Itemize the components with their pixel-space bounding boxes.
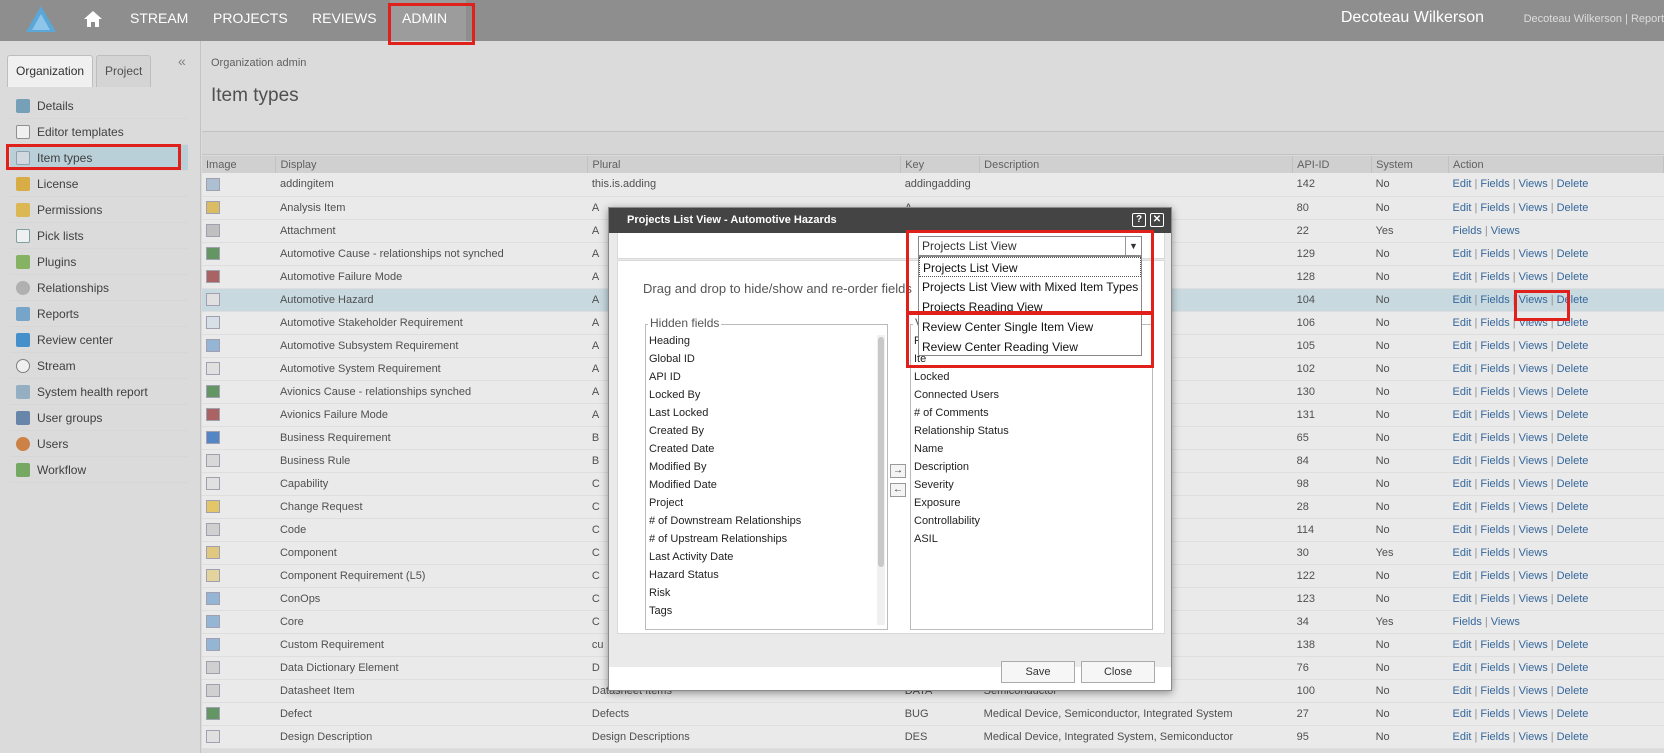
hidden-field-item[interactable]: Modified Date: [646, 476, 874, 494]
visible-fields-box: V PrIteLockedConnected Users# of Comment…: [910, 316, 1153, 630]
visible-field-item[interactable]: Description: [911, 458, 1149, 476]
visible-field-item[interactable]: Exposure: [911, 494, 1149, 512]
option-projects-list-view[interactable]: Projects List View: [919, 257, 1141, 277]
visible-fields-list: PrIteLockedConnected Users# of CommentsR…: [911, 332, 1149, 548]
hidden-field-item[interactable]: Last Locked: [646, 404, 874, 422]
hidden-field-item[interactable]: Heading: [646, 332, 874, 350]
home-icon[interactable]: [83, 10, 103, 28]
hidden-field-item[interactable]: Risk: [646, 584, 874, 602]
hidden-field-item[interactable]: Locked By: [646, 386, 874, 404]
hidden-field-item[interactable]: Created By: [646, 422, 874, 440]
hidden-fields-scroll-thumb[interactable]: [878, 337, 884, 567]
close-icon[interactable]: ✕: [1150, 213, 1164, 227]
help-icon[interactable]: ?: [1132, 213, 1146, 227]
hidden-field-item[interactable]: Last Activity Date: [646, 548, 874, 566]
option-projects-list-view-mixed[interactable]: Projects List View with Mixed Item Types: [919, 277, 1141, 297]
visible-field-item[interactable]: Relationship Status: [911, 422, 1149, 440]
app-logo-icon[interactable]: [24, 4, 58, 36]
move-left-button[interactable]: ←: [890, 483, 906, 497]
hidden-fields-list: Heading Global ID API ID Locked By Last Lock…: [646, 332, 874, 620]
option-review-center-single-item-view[interactable]: Review Center Single Item View: [919, 317, 1141, 337]
move-right-button[interactable]: →: [890, 464, 906, 478]
hidden-field-item[interactable]: Tags: [646, 602, 874, 620]
user-name[interactable]: Decoteau Wilkerson: [1341, 9, 1484, 27]
view-type-selected: Projects List View: [922, 239, 1017, 253]
visible-field-item[interactable]: Name: [911, 440, 1149, 458]
hidden-fields-box: Hidden fields Heading Global ID API ID Lock…: [645, 316, 888, 630]
chevron-down-icon[interactable]: ▼: [1125, 237, 1141, 255]
top-nav-bar: STREAM PROJECTS REVIEWS ADMIN Decoteau W…: [0, 0, 1664, 41]
drag-instruction: Drag and drop to hide/show and re-order …: [643, 281, 912, 296]
nav-admin[interactable]: ADMIN: [402, 10, 447, 26]
hidden-field-item[interactable]: Hazard Status: [646, 566, 874, 584]
hidden-field-item[interactable]: Modified By: [646, 458, 874, 476]
user-links[interactable]: Decoteau Wilkerson | Report: [1524, 13, 1664, 25]
option-projects-reading-view[interactable]: Projects Reading View: [919, 297, 1141, 317]
option-review-center-reading-view[interactable]: Review Center Reading View: [919, 337, 1141, 357]
visible-field-item[interactable]: ASIL: [911, 530, 1149, 548]
hidden-field-item[interactable]: API ID: [646, 368, 874, 386]
dialog-title: Projects List View - Automotive Hazards: [627, 214, 837, 226]
visible-field-item[interactable]: Severity: [911, 476, 1149, 494]
visible-field-item[interactable]: Connected Users: [911, 386, 1149, 404]
hidden-field-item[interactable]: Created Date: [646, 440, 874, 458]
visible-field-item[interactable]: # of Comments: [911, 404, 1149, 422]
nav-reviews[interactable]: REVIEWS: [312, 10, 377, 26]
hidden-field-item[interactable]: # of Upstream Relationships: [646, 530, 874, 548]
nav-stream[interactable]: STREAM: [130, 10, 188, 26]
dialog-header: Projects List View - Automotive Hazards …: [609, 208, 1171, 233]
nav-projects[interactable]: PROJECTS: [213, 10, 288, 26]
view-type-select[interactable]: Projects List View ▼: [918, 236, 1142, 256]
close-button[interactable]: Close: [1081, 661, 1155, 683]
save-button[interactable]: Save: [1001, 661, 1075, 683]
hidden-field-item[interactable]: # of Downstream Relationships: [646, 512, 874, 530]
hidden-field-item[interactable]: Global ID: [646, 350, 874, 368]
visible-field-item[interactable]: Controllability: [911, 512, 1149, 530]
view-type-options: Projects List View Projects List View wi…: [918, 256, 1142, 356]
hidden-fields-legend: Hidden fields: [648, 316, 722, 330]
hidden-field-item[interactable]: Project: [646, 494, 874, 512]
visible-field-item[interactable]: Locked: [911, 368, 1149, 386]
